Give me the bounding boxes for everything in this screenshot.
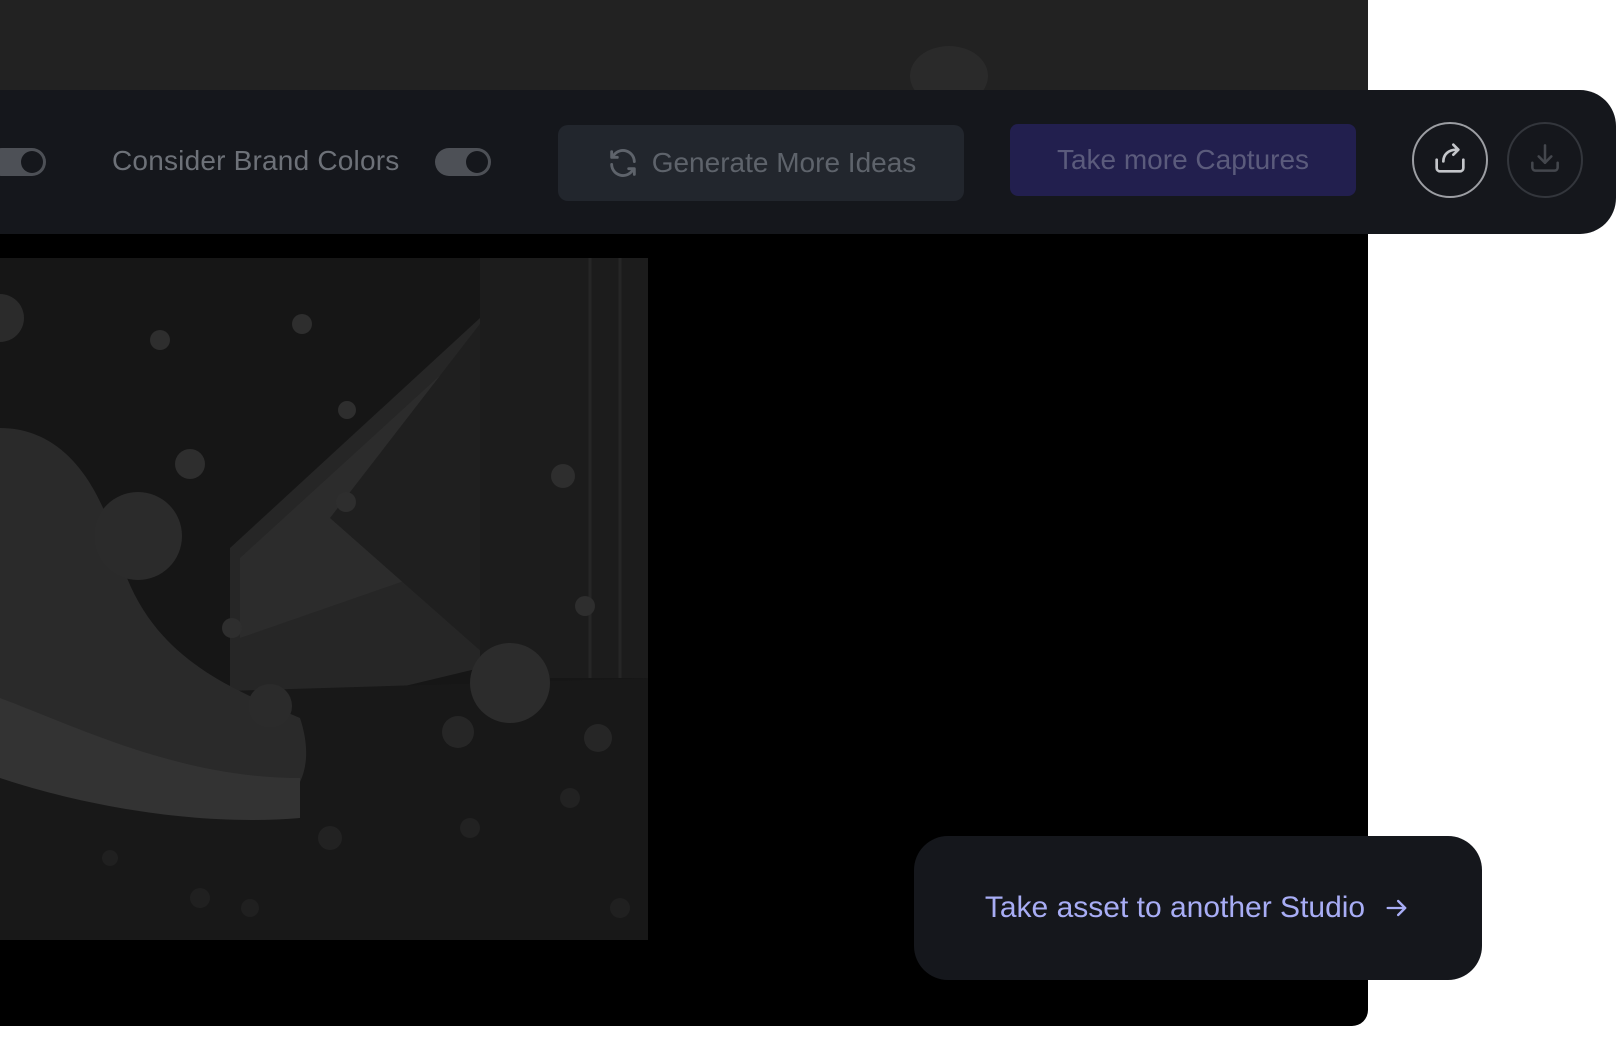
take-asset-to-studio-label: Take asset to another Studio — [984, 891, 1366, 924]
generate-more-ideas-label: Generate More Ideas — [651, 147, 917, 178]
top-toolbar: Consider Brand Colors Generate More Idea… — [0, 90, 1616, 234]
app-stage: Consider Brand Colors Generate More Idea… — [0, 0, 1616, 1056]
left-toggle[interactable] — [0, 148, 46, 176]
asset-image — [0, 258, 648, 940]
asset-image-drawing — [0, 258, 648, 940]
arrow-right-icon — [1383, 894, 1411, 922]
share-button[interactable] — [1412, 122, 1488, 198]
toggle-knob — [21, 151, 43, 173]
take-asset-to-studio-button[interactable]: Take asset to another Studio — [914, 836, 1482, 980]
download-button[interactable] — [1507, 122, 1583, 198]
refresh-icon — [606, 146, 640, 180]
canvas-top-region — [0, 0, 1368, 106]
generate-more-ideas-button[interactable]: Generate More Ideas — [558, 125, 964, 201]
toggle-knob — [466, 151, 488, 173]
share-icon — [1430, 138, 1470, 183]
brand-colors-label: Consider Brand Colors — [112, 145, 400, 176]
download-icon — [1526, 139, 1564, 182]
take-more-captures-button[interactable]: Take more Captures — [1010, 124, 1356, 196]
brand-colors-toggle[interactable] — [435, 148, 491, 176]
take-more-captures-label: Take more Captures — [1056, 144, 1310, 175]
